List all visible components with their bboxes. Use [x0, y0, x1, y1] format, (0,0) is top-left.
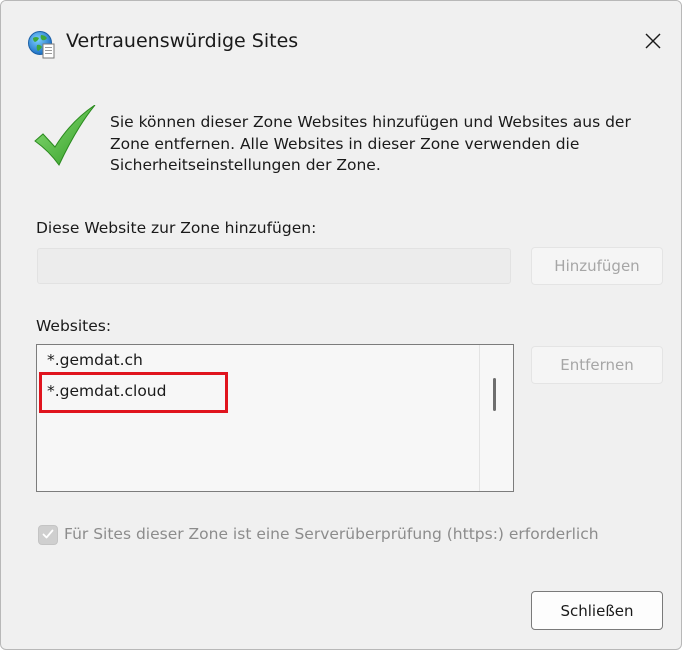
remove-button[interactable]: Entfernen: [531, 346, 663, 384]
list-item[interactable]: *.gemdat.ch: [47, 351, 143, 369]
globe-page-icon: [27, 30, 57, 60]
dialog-title: Vertrauenswürdige Sites: [66, 30, 299, 52]
add-site-label: Diese Website zur Zone hinzufügen:: [36, 219, 317, 237]
highlight-annotation: [39, 372, 228, 413]
add-site-input[interactable]: [37, 248, 511, 284]
https-required-label: Für Sites dieser Zone ist eine Serverübe…: [64, 525, 599, 543]
close-dialog-button[interactable]: Schließen: [531, 591, 663, 630]
add-button[interactable]: Hinzufügen: [531, 247, 663, 285]
https-required-checkbox[interactable]: [38, 525, 58, 545]
websites-label: Websites:: [36, 317, 112, 335]
websites-scrollbar[interactable]: [479, 345, 513, 491]
close-button[interactable]: [633, 23, 673, 63]
scrollbar-thumb[interactable]: [493, 378, 496, 411]
checkmark-icon: [41, 526, 55, 545]
trusted-sites-dialog: Vertrauenswürdige Sites Sie können diese…: [0, 0, 682, 650]
title-bar: Vertrauenswürdige Sites: [1, 1, 681, 83]
zone-info-text: Sie können dieser Zone Websites hinzufüg…: [110, 113, 631, 174]
close-icon: [644, 32, 662, 54]
websites-list[interactable]: *.gemdat.ch *.gemdat.cloud: [36, 344, 514, 492]
green-checkmark-icon: [33, 104, 99, 171]
